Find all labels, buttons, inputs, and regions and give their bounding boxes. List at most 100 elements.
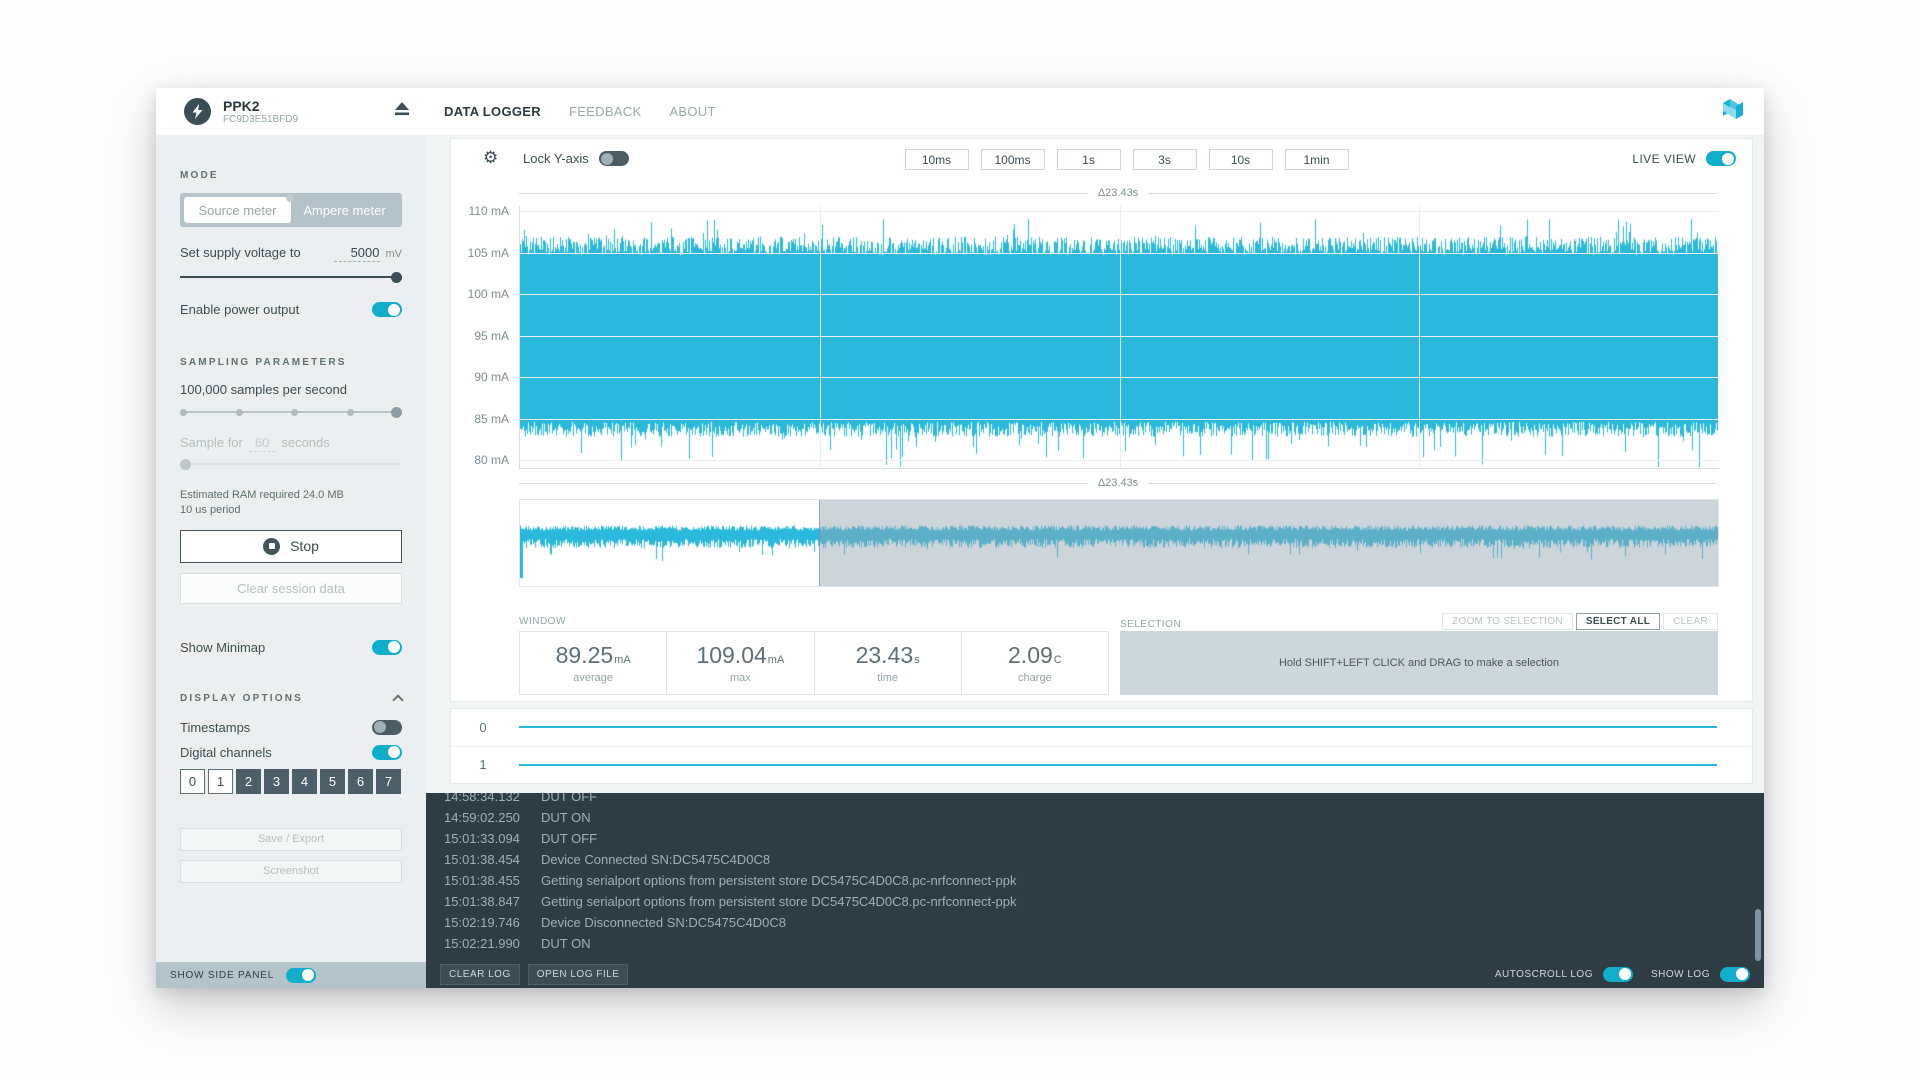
digital-channel-row-0: 0 xyxy=(451,709,1752,747)
nav-tab-data-logger[interactable]: DATA LOGGER xyxy=(444,104,541,119)
log-entry-time: 15:02:19.746 xyxy=(444,915,541,930)
time-range-button-1min[interactable]: 1min xyxy=(1285,149,1349,170)
digital-channel-trace xyxy=(519,726,1717,728)
live-view-toggle[interactable] xyxy=(1706,151,1736,166)
clear-session-data-button[interactable]: Clear session data xyxy=(180,573,402,604)
nav-tab-feedback[interactable]: FEEDBACK xyxy=(569,104,641,119)
collapse-chevron-icon[interactable] xyxy=(392,694,403,705)
chart-settings-gear-icon[interactable]: ⚙ xyxy=(483,148,498,168)
stat-label: max xyxy=(730,672,751,684)
eject-icon xyxy=(394,102,410,117)
selection-label: SELECTION xyxy=(1120,619,1181,630)
stat-value-row: 89.25mA xyxy=(556,642,631,669)
clear-button[interactable]: CLEAR xyxy=(1663,613,1718,630)
log-scrollbar-thumb[interactable] xyxy=(1755,909,1761,961)
digital-channel-chip-5[interactable]: 5 xyxy=(320,769,345,794)
show-log-label: SHOW LOG xyxy=(1651,969,1710,980)
lock-y-axis-label: Lock Y-axis xyxy=(523,151,589,166)
save-export-button[interactable]: Save / Export xyxy=(180,828,402,851)
mode-option-ampere-meter[interactable]: Ampere meter xyxy=(291,197,398,223)
stop-button[interactable]: Stop xyxy=(180,530,402,563)
open-log-file-button[interactable]: OPEN LOG FILE xyxy=(528,964,629,985)
stat-label: average xyxy=(573,672,613,684)
zoom-to-selection-button[interactable]: ZOOM TO SELECTION xyxy=(1442,613,1573,630)
eject-device-button[interactable] xyxy=(394,102,410,122)
sample-for-value[interactable]: 60 xyxy=(249,435,275,452)
log-entry-time: 15:02:21.990 xyxy=(444,936,541,951)
time-range-button-10s[interactable]: 10s xyxy=(1209,149,1273,170)
time-range-button-3s[interactable]: 3s xyxy=(1133,149,1197,170)
sample-duration-slider[interactable] xyxy=(180,458,402,471)
selection-buttons: ZOOM TO SELECTIONSELECT ALLCLEAR xyxy=(1442,613,1718,630)
digital-channel-chip-3[interactable]: 3 xyxy=(264,769,289,794)
log-entry: 15:02:19.746Device Disconnected SN:DC547… xyxy=(444,912,1764,933)
digital-channel-chip-2[interactable]: 2 xyxy=(236,769,261,794)
slider-knob[interactable] xyxy=(391,272,402,283)
digital-channels-panel: 01 xyxy=(450,708,1753,784)
supply-voltage-label: Set supply voltage to xyxy=(180,245,301,260)
digital-channel-chip-7[interactable]: 7 xyxy=(376,769,401,794)
sampling-section-label: SAMPLING PARAMETERS xyxy=(180,357,402,368)
selection-hint-area[interactable]: Hold SHIFT+LEFT CLICK and DRAG to make a… xyxy=(1120,631,1718,695)
digital-channel-chip-6[interactable]: 6 xyxy=(348,769,373,794)
enable-power-output-toggle[interactable] xyxy=(372,302,402,317)
sample-for-unit: seconds xyxy=(281,435,329,450)
slider-tick xyxy=(347,409,354,416)
minimap-window-region[interactable] xyxy=(819,500,1718,586)
supply-voltage-slider[interactable] xyxy=(180,271,402,284)
time-range-button-100ms[interactable]: 100ms xyxy=(981,149,1045,170)
show-log-toggle[interactable] xyxy=(1720,967,1750,982)
stat-unit: s xyxy=(914,654,920,666)
lightning-bolt-icon xyxy=(191,104,204,119)
lock-y-axis-toggle[interactable] xyxy=(599,151,629,166)
stat-value-row: 2.09C xyxy=(1008,642,1062,669)
show-minimap-toggle[interactable] xyxy=(372,640,402,655)
time-range-button-1s[interactable]: 1s xyxy=(1057,149,1121,170)
autoscroll-log-toggle[interactable] xyxy=(1603,967,1633,982)
y-axis-tick-label: 110 mA xyxy=(451,204,509,218)
sample-rate-slider[interactable] xyxy=(180,406,402,419)
device-serial: FC9D3E51BFD9 xyxy=(223,114,298,126)
clear-log-button[interactable]: CLEAR LOG xyxy=(440,964,520,985)
stat-value-row: 109.04mA xyxy=(696,642,784,669)
log-entry-time: 14:59:02.250 xyxy=(444,810,541,825)
display-options-label-text: DISPLAY OPTIONS xyxy=(180,693,303,704)
window-span-top-value: Δ23.43s xyxy=(1098,187,1138,199)
digital-channel-chip-4[interactable]: 4 xyxy=(292,769,317,794)
digital-channel-chip-0[interactable]: 0 xyxy=(180,769,205,794)
time-range-button-10ms[interactable]: 10ms xyxy=(905,149,969,170)
select-all-button[interactable]: SELECT ALL xyxy=(1576,613,1660,630)
screenshot-button[interactable]: Screenshot xyxy=(180,860,402,883)
digital-channels-toggle[interactable] xyxy=(372,745,402,760)
main-area: ⚙ Lock Y-axis 10ms100ms1s3s10s1min LIVE … xyxy=(426,136,1764,988)
toggle-knob xyxy=(302,969,314,981)
show-minimap-label: Show Minimap xyxy=(180,640,265,655)
stat-unit: mA xyxy=(614,654,631,666)
log-entry: 15:02:21.990DUT ON xyxy=(444,933,1764,954)
device-selector[interactable]: PPK2 FC9D3E51BFD9 xyxy=(156,98,426,126)
supply-voltage-unit: mV xyxy=(386,248,403,260)
log-entry-time: 14:58:34.132 xyxy=(444,793,541,804)
timestamps-toggle[interactable] xyxy=(372,720,402,735)
y-axis-tick-label: 80 mA xyxy=(451,453,509,467)
slider-knob[interactable] xyxy=(180,459,191,470)
digital-channel-chips: 01234567 xyxy=(180,769,402,794)
log-entry-message: Device Disconnected SN:DC5475C4D0C8 xyxy=(541,915,786,930)
slider-knob[interactable] xyxy=(391,407,402,418)
minimap[interactable] xyxy=(519,499,1719,587)
toggle-knob xyxy=(374,721,386,733)
digital-channel-chip-1[interactable]: 1 xyxy=(208,769,233,794)
digital-channel-row-1: 1 xyxy=(451,747,1752,784)
stat-value: 23.43 xyxy=(856,642,914,669)
mode-option-source-meter[interactable]: Source meter xyxy=(184,197,291,223)
main-nav: DATA LOGGER FEEDBACK ABOUT xyxy=(426,104,716,119)
nav-tab-about[interactable]: ABOUT xyxy=(669,104,715,119)
window-stat-charge: 2.09Ccharge xyxy=(962,632,1108,694)
stat-unit: C xyxy=(1054,654,1062,666)
window-stats-label: WINDOW xyxy=(519,616,566,627)
mode-option-label: Ampere meter xyxy=(303,203,385,218)
supply-voltage-input[interactable] xyxy=(334,245,380,262)
log-toolbar: CLEAR LOG OPEN LOG FILE AUTOSCROLL LOG S… xyxy=(426,960,1764,988)
show-side-panel-toggle[interactable] xyxy=(286,968,316,983)
current-chart-plot[interactable] xyxy=(519,206,1719,469)
